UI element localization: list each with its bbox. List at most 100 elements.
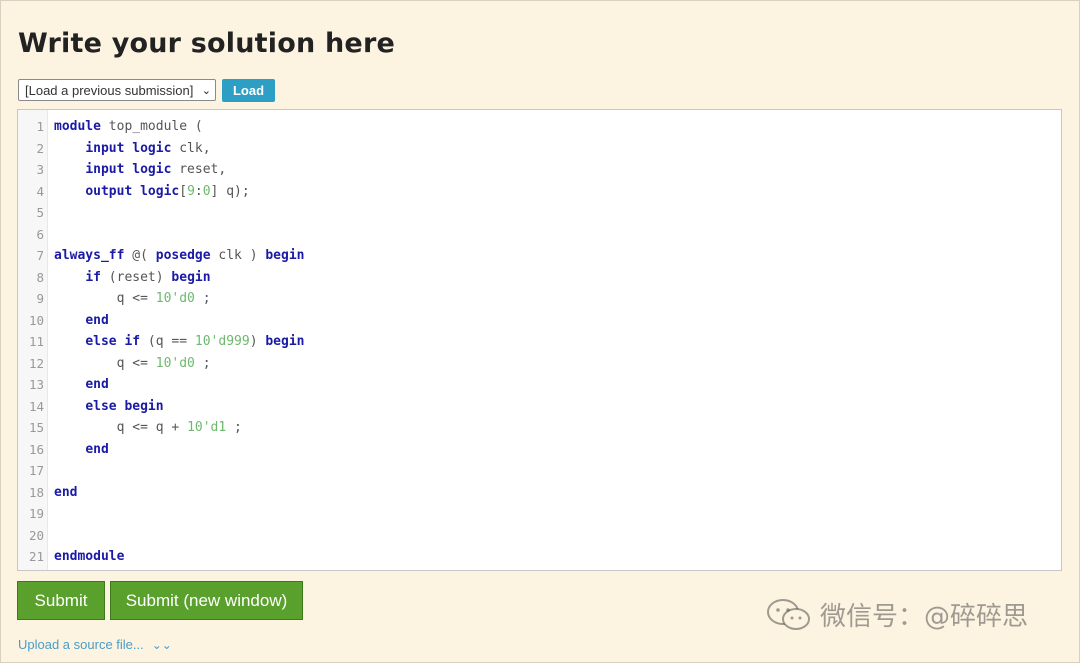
code-line[interactable] [54,503,305,525]
page-title: Write your solution here [18,28,395,59]
code-token: always_ff [54,248,125,263]
code-line[interactable] [54,202,305,224]
code-token: : [194,183,203,199]
code-token: @( [124,248,156,263]
previous-submission-select-value: [Load a previous submission] [25,82,194,98]
code-line[interactable]: q <= 10'd0 ; [54,353,305,375]
code-token: clk, [171,140,211,156]
code-token: posedge [155,248,211,263]
code-line[interactable]: q <= q + 10'd1 ; [54,417,305,439]
line-number: 14 [28,398,44,414]
code-line[interactable]: end [54,482,305,504]
code-line[interactable] [54,224,305,246]
code-token: endmodule [54,549,125,564]
code-token: else begin [85,398,164,414]
code-line[interactable]: module top_module ( [54,116,305,138]
code-area[interactable]: module top_module ( input logic clk, inp… [48,110,305,570]
code-line[interactable]: always_ff @( posedge clk ) begin [54,245,305,267]
line-number-gutter: 1 2 3 4 5 6 7 8 9 10 11 12 13 14 15 16 17 18 19 20 21 [18,110,48,570]
line-number: 13 [28,377,44,392]
line-number: 10 [28,312,44,328]
line-number: 9 [36,291,44,306]
code-line[interactable]: input logic reset, [54,159,305,181]
line-number: 4 [36,183,44,199]
line-number: 7 [36,248,44,263]
code-editor[interactable]: 1 2 3 4 5 6 7 8 9 10 11 12 13 14 15 16 17 18 19 20 21 module… [17,109,1062,571]
code-line[interactable]: endmodule [54,546,305,568]
code-line[interactable] [54,460,305,482]
code-line[interactable]: input logic clk, [54,138,305,160]
code-line[interactable] [54,525,305,547]
line-number: 1 [36,119,44,134]
code-token: input logic [85,140,172,156]
line-number: 12 [28,355,44,371]
code-token: begin [265,248,305,263]
code-token: end [85,441,109,457]
submit-button[interactable]: Submit [17,581,105,620]
code-line[interactable]: end [54,310,305,332]
code-token: 10'd0 [155,355,195,371]
line-number: 3 [36,162,44,177]
line-number: 16 [28,441,44,457]
code-line[interactable]: q <= 10'd0 ; [54,288,305,310]
code-token: begin [265,334,305,349]
code-token: 10'd1 [187,420,227,435]
upload-source-label: Upload a source file... [18,637,144,652]
code-token: top_module ( [100,119,203,134]
load-button[interactable]: Load [222,79,275,102]
watermark-text: 微信号：@碎碎思 [820,602,1029,632]
line-number: 6 [36,226,44,242]
code-token: output logic [85,183,180,199]
code-token: end [54,484,78,500]
code-token: q <= q + [54,420,188,435]
code-token: ; [194,291,211,306]
line-number: 8 [36,269,44,285]
code-token: clk ) [210,248,266,263]
code-line[interactable]: else if (q == 10'd999) begin [54,331,305,353]
code-token: end [85,377,109,392]
code-token: q <= [54,291,156,306]
chevron-down-icon: ⌄ [201,84,211,97]
line-number: 18 [28,484,44,500]
code-token: ] q); [210,183,250,199]
code-line[interactable]: output logic[9:0] q); [54,181,305,203]
code-token: module [54,119,101,134]
code-token: reset, [171,162,227,177]
line-number: 15 [28,420,44,435]
line-number: 20 [28,527,44,543]
code-token: else if [85,334,141,349]
code-token: 10'd999 [194,334,250,349]
submit-buttons: Submit Submit (new window) [17,581,303,620]
code-token: 9 [187,183,195,199]
code-token: if [85,269,101,285]
code-token: ; [194,355,211,371]
wechat-icon [767,598,810,630]
code-token: ) [249,334,266,349]
code-token: [ [179,183,188,199]
submit-new-window-button[interactable]: Submit (new window) [110,581,303,620]
code-line[interactable]: end [54,374,305,396]
code-token: end [85,312,109,328]
code-token: ; [226,420,242,435]
code-token: begin [171,269,211,285]
code-token: 10'd0 [155,291,195,306]
code-line[interactable]: else begin [54,396,305,418]
previous-submission-select[interactable]: [Load a previous submission] ⌄ [18,79,216,101]
code-line[interactable]: if (reset) begin [54,267,305,289]
code-token: (q == [140,334,195,349]
code-token: (reset) [100,269,172,285]
double-chevron-down-icon: ⌄⌄ [151,637,172,652]
code-token: 0 [202,183,211,199]
upload-source-link[interactable]: Upload a source file... ⌄⌄ [18,637,172,652]
code-line[interactable]: end [54,439,305,461]
line-number: 17 [28,463,44,478]
